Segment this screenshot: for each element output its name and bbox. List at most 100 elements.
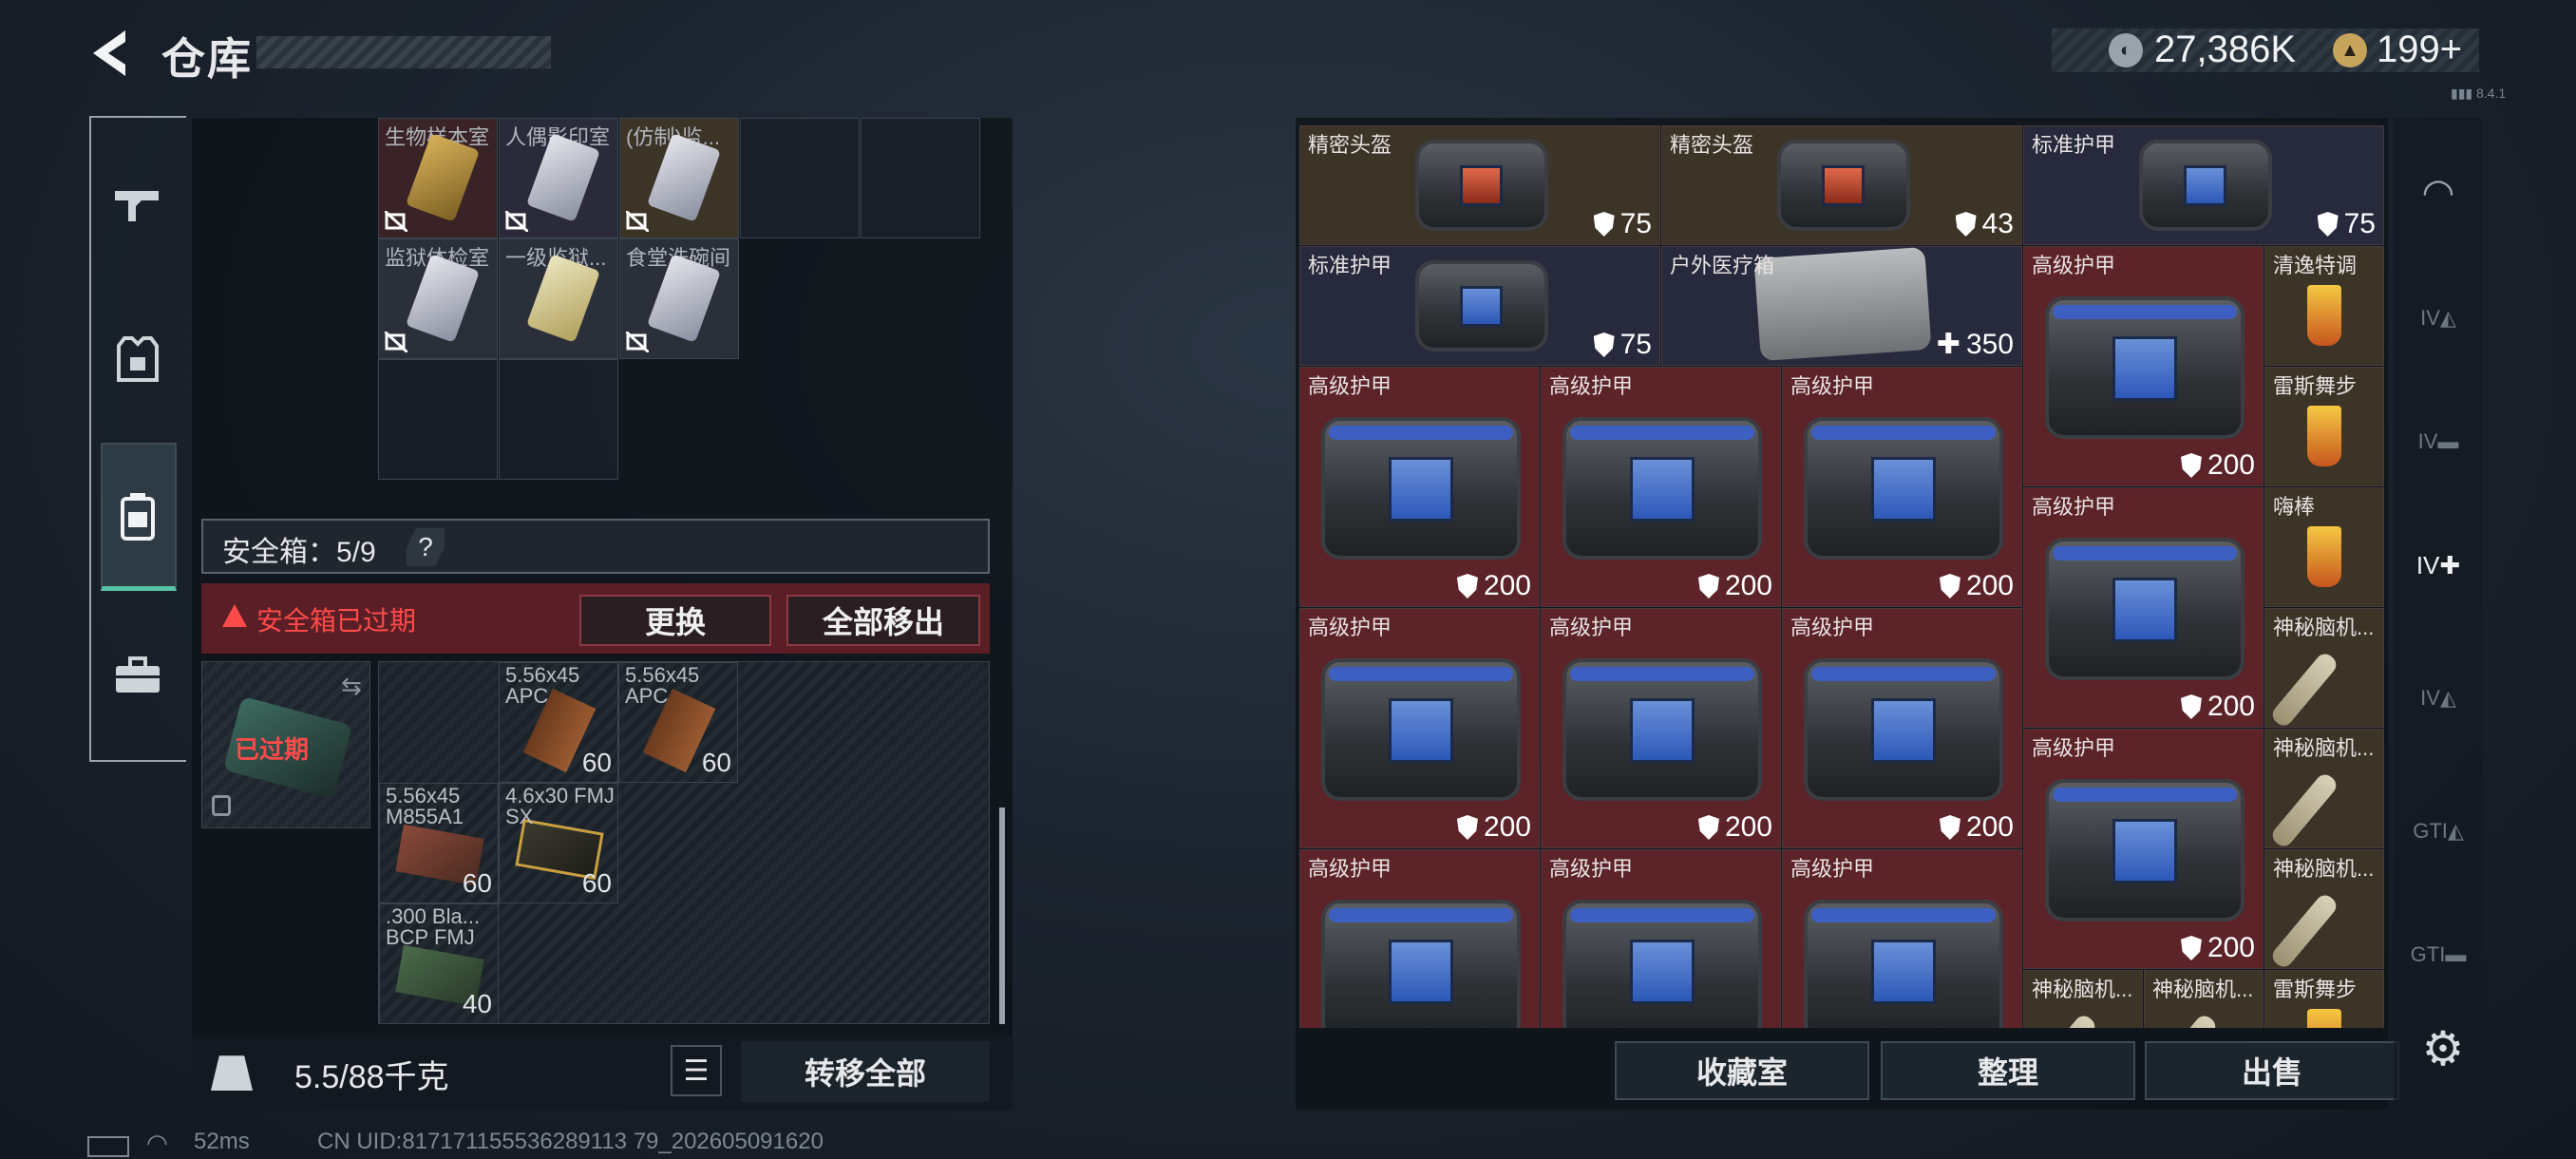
shield-icon bbox=[1955, 212, 1977, 237]
inventory-item[interactable]: 神秘脑机... bbox=[2264, 608, 2384, 728]
inventory-item[interactable]: 高级护甲200 bbox=[1299, 849, 1540, 1028]
durability-value: 200 bbox=[1697, 811, 1772, 844]
swap-icon[interactable]: ⇆ bbox=[341, 672, 362, 701]
armor-bag-icon bbox=[1321, 658, 1521, 801]
grid-slot[interactable]: 食堂洗碗间 bbox=[619, 238, 739, 359]
inventory-item-label: 户外医疗箱 bbox=[1670, 254, 1775, 277]
inventory-item[interactable]: 高级护甲200 bbox=[1782, 367, 2022, 607]
ammo-slot[interactable]: .300 Bla... BCP FMJ 40 bbox=[379, 903, 499, 1024]
storage-grid: 生物样本室 人偶影印室 (仿制)监... 监狱体检室 一级监狱... 食堂洗碗间 bbox=[378, 118, 984, 480]
grid-slot[interactable] bbox=[861, 118, 980, 238]
sort-button[interactable]: 整理 bbox=[1881, 1041, 2135, 1100]
transfer-all-button[interactable]: 转移全部 bbox=[741, 1041, 990, 1102]
briefcase-icon[interactable] bbox=[95, 633, 180, 718]
collection-button[interactable]: 收藏室 bbox=[1615, 1041, 1869, 1100]
inventory-item[interactable]: 高级护甲 bbox=[1782, 849, 2022, 1028]
currency-main: 27,386K bbox=[2154, 28, 2297, 70]
drink-icon bbox=[2307, 285, 2341, 346]
durability-value: 75 bbox=[1593, 208, 1652, 240]
case-expired-label: 已过期 bbox=[235, 735, 310, 764]
durability-value: 200 bbox=[2180, 932, 2255, 964]
replace-button[interactable]: 更换 bbox=[579, 595, 771, 646]
armor-icon[interactable] bbox=[95, 317, 180, 403]
ammo-label: .300 Bla... BCP FMJ bbox=[386, 904, 481, 949]
rifle-slot-icon[interactable]: IV ▬ bbox=[2405, 408, 2472, 475]
inventory-item[interactable]: 高级护甲200 bbox=[1541, 608, 1781, 848]
currency-premium[interactable]: 199+ bbox=[2377, 28, 2462, 71]
header-stripe bbox=[256, 36, 551, 68]
grid-slot[interactable] bbox=[499, 359, 618, 480]
inventory-item-label: 高级护甲 bbox=[1308, 857, 1392, 881]
helmet-icon[interactable]: ◠ bbox=[2405, 160, 2472, 226]
bracelet-icon bbox=[2027, 1012, 2099, 1028]
inventory-item[interactable]: 高级护甲200 bbox=[1541, 367, 1781, 607]
rail-divider bbox=[89, 760, 186, 762]
grid-slot[interactable]: 生物样本室 bbox=[378, 118, 498, 238]
durability-value: 200 bbox=[1456, 570, 1531, 602]
inventory-item[interactable]: 户外医疗箱 ✚ 350 bbox=[1661, 246, 2022, 366]
grid-slot[interactable]: 监狱体检室 bbox=[378, 238, 498, 359]
grid-slot[interactable]: 人偶影印室 bbox=[499, 118, 618, 238]
inventory-item-label: 雷斯舞步 bbox=[2273, 374, 2358, 398]
inventory-item[interactable]: 高级护甲200 bbox=[1299, 608, 1540, 848]
scrollbar[interactable] bbox=[999, 808, 1005, 1024]
inventory-item-label: 嗨棒 bbox=[2273, 495, 2316, 519]
armor-slot-icon[interactable]: GTI ◭ bbox=[2405, 798, 2472, 864]
shield-icon bbox=[2180, 936, 2202, 960]
grid-slot[interactable] bbox=[740, 118, 860, 238]
inventory-item[interactable]: 高级护甲200 bbox=[2023, 487, 2263, 728]
inventory-grid: 精密头盔 75 精密头盔 43 标准护甲 75 标准护甲 75 户外医疗箱 ✚ 350 高级护甲 200… bbox=[1299, 125, 2386, 1028]
durability-value: ✚ 350 bbox=[1936, 328, 2014, 361]
inventory-item[interactable]: 嗨棒 bbox=[2264, 487, 2384, 607]
move-all-button[interactable]: 全部移出 bbox=[786, 595, 980, 646]
rifle-slot-icon[interactable]: GTI ▬ bbox=[2405, 922, 2472, 988]
armor-slot-icon[interactable]: IV ◭ bbox=[2405, 285, 2472, 352]
ammo-count: 40 bbox=[462, 989, 492, 1018]
backpack-icon[interactable] bbox=[95, 473, 180, 559]
ammo-slot[interactable]: 5.56x45 APC 60 bbox=[618, 662, 738, 783]
medkit-icon bbox=[1753, 247, 1932, 362]
inventory-item-label: 清逸特调 bbox=[2273, 254, 2358, 277]
inventory-item[interactable]: 高级护甲200 bbox=[1782, 608, 2022, 848]
back-arrow-icon[interactable] bbox=[87, 27, 133, 80]
ammo-slot[interactable]: 5.56x45 APC 60 bbox=[499, 662, 618, 783]
inventory-item[interactable]: 神秘脑机... bbox=[2264, 849, 2384, 969]
inventory-item[interactable]: 精密头盔 75 bbox=[1299, 125, 1660, 245]
ammo-slot[interactable]: 4.6x30 FMJ SX 60 bbox=[499, 783, 618, 903]
inventory-item[interactable]: 神秘脑机... bbox=[2144, 970, 2263, 1028]
durability-value: 200 bbox=[1456, 811, 1531, 844]
durability-value: 200 bbox=[1939, 570, 2014, 602]
inventory-item[interactable]: 高级护甲 bbox=[1541, 849, 1781, 1028]
grid-slot[interactable]: 一级监狱... bbox=[499, 238, 618, 359]
list-icon[interactable]: ☰ bbox=[671, 1045, 722, 1096]
add-slot-icon[interactable]: IV ✚ bbox=[2405, 532, 2472, 598]
inventory-item[interactable]: 标准护甲 75 bbox=[1299, 246, 1660, 366]
sell-button[interactable]: 出售 bbox=[2145, 1041, 2399, 1100]
grid-slot[interactable] bbox=[378, 359, 498, 480]
inventory-item[interactable]: 清逸特调 bbox=[2264, 246, 2384, 366]
shield-icon bbox=[1456, 574, 1478, 598]
inventory-item-label: 高级护甲 bbox=[2032, 495, 2116, 519]
safe-box-grid: 5.56x45 APC 60 5.56x45 APC 60 5.56x45 M8… bbox=[378, 661, 990, 1024]
ammo-slot[interactable]: 5.56x45 M855A1 60 bbox=[379, 783, 499, 903]
armor-slot-icon[interactable]: IV ◭ bbox=[2405, 665, 2472, 732]
inventory-item[interactable]: 神秘脑机... bbox=[2264, 729, 2384, 848]
safe-case-slot[interactable]: 已过期 ⇆ bbox=[201, 661, 370, 828]
inventory-item[interactable]: 神秘脑机... bbox=[2023, 970, 2143, 1028]
inventory-item[interactable]: 高级护甲200 bbox=[1299, 367, 1540, 607]
inventory-item[interactable]: 高级护甲200 bbox=[2023, 246, 2263, 486]
inventory-item[interactable]: 标准护甲 75 bbox=[2023, 125, 2384, 245]
inventory-item[interactable]: 雷斯舞步 bbox=[2264, 367, 2384, 486]
inventory-item[interactable]: 高级护甲200 bbox=[2023, 729, 2263, 969]
ammo-label: 4.6x30 FMJ SX bbox=[505, 784, 615, 828]
shield-icon bbox=[1456, 815, 1478, 840]
ammo-count: 60 bbox=[701, 748, 731, 777]
grid-slot[interactable]: (仿制)监... bbox=[619, 118, 739, 238]
gear-icon[interactable]: ⚙ bbox=[2416, 1022, 2470, 1075]
inventory-item[interactable]: 精密头盔 43 bbox=[1661, 125, 2022, 245]
durability-value: 200 bbox=[1697, 570, 1772, 602]
armor-bag-icon bbox=[2138, 140, 2272, 231]
weapon-icon[interactable] bbox=[95, 162, 180, 247]
shield-icon bbox=[1939, 815, 1960, 840]
inventory-item[interactable]: 雷斯舞步 bbox=[2264, 970, 2384, 1028]
